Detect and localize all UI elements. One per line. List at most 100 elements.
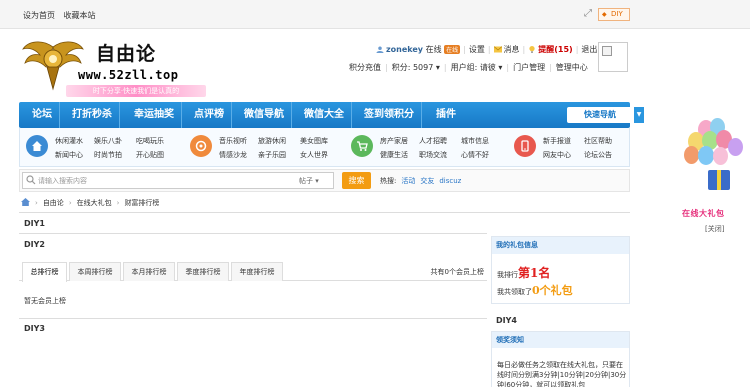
subnav-link[interactable]: 休闲灌水 — [55, 136, 83, 146]
subnav-link[interactable]: 音乐视听 — [219, 136, 247, 146]
subnav-link[interactable]: 论坛公告 — [584, 150, 612, 160]
diy-divider — [19, 318, 487, 319]
search-input[interactable]: 请输入搜索内容 帖子 ▾ — [22, 172, 334, 189]
gift-close-link[interactable]: [关闭] — [705, 224, 724, 234]
subnav-link[interactable]: 房产家居 — [380, 136, 408, 146]
nav-item-review-rank[interactable]: 点评榜 — [187, 102, 232, 128]
search-button[interactable]: 搜索 — [342, 172, 371, 189]
user-bar-secondary: 积分充值 | 积分: 5097 ▾ | 用户组: 请彼 ▾ | 门户管理 | 管理中心 — [349, 63, 588, 72]
search-bar: 请输入搜索内容 帖子 ▾ 搜索 热搜: 活动 交友 discuz — [19, 169, 630, 192]
diy4-title: DIY4 — [496, 316, 517, 325]
nav-item-wechat-nav[interactable]: 微信导航 — [237, 102, 292, 128]
diy-divider — [19, 212, 630, 213]
avatar[interactable] — [598, 42, 628, 72]
diy-button[interactable]: DIY — [598, 8, 630, 21]
site-title: 自由论 — [96, 43, 157, 65]
hot-search-link[interactable]: 交友 — [420, 177, 434, 185]
usergroup-dropdown-icon[interactable]: ▾ — [498, 63, 502, 72]
breadcrumb-item: 财富排行榜 — [124, 199, 160, 207]
hot-search: 热搜: 活动 交友 discuz — [380, 176, 461, 186]
nav-item-checkin[interactable]: 签到领积分 — [357, 102, 422, 128]
subnav-link[interactable]: 时尚节拍 — [94, 150, 122, 160]
points-dropdown-icon[interactable]: ▾ — [436, 63, 440, 72]
gift-balloon-float[interactable]: 在线大礼包 [关闭] — [680, 118, 750, 236]
hot-search-label: 热搜: — [380, 177, 397, 185]
phone-icon — [514, 135, 536, 157]
subnav-group-3: 房产家居 人才招聘 城市信息 健康生活 职场交流 心情不好 — [351, 134, 511, 162]
envelope-icon — [493, 46, 502, 53]
expand-icon[interactable]: ⤢ — [584, 8, 592, 19]
breadcrumb-item[interactable]: 自由论 — [43, 199, 64, 207]
nav-item-flash-sale[interactable]: 打折秒杀 — [65, 102, 120, 128]
subnav-link[interactable]: 亲子乐园 — [258, 150, 286, 160]
points-link[interactable]: 积分: 5097 — [392, 63, 434, 72]
set-home-link[interactable]: 设为首页 — [23, 11, 55, 20]
search-type-label: 帖子 — [299, 177, 313, 185]
nav-item-forum[interactable]: 论坛 — [25, 102, 60, 128]
tab-yearly[interactable]: 年度排行榜 — [231, 262, 283, 281]
balloon-icon — [698, 146, 714, 165]
reminders-link[interactable]: 提醒(15) — [538, 45, 572, 54]
tab-quarterly[interactable]: 季度排行榜 — [177, 262, 229, 281]
home-icon[interactable] — [21, 198, 30, 206]
admin-center-link[interactable]: 管理中心 — [556, 63, 588, 72]
breadcrumb: › 自由论 › 在线大礼包 › 财富排行榜 — [21, 198, 159, 208]
subnav-link[interactable]: 吃喝玩乐 — [136, 136, 164, 146]
subnav-link[interactable]: 新手报道 — [543, 136, 571, 146]
tab-weekly[interactable]: 本周排行榜 — [69, 262, 121, 281]
online-status: 在线 — [425, 45, 442, 54]
breadcrumb-item[interactable]: 在线大礼包 — [77, 199, 112, 207]
nav-item-lucky-draw[interactable]: 幸运抽奖 — [127, 102, 182, 128]
usergroup-link[interactable]: 用户组: 请彼 — [451, 63, 496, 72]
settings-link[interactable]: 设置 — [469, 45, 485, 54]
subnav-link[interactable]: 人才招聘 — [419, 136, 447, 146]
chevron-down-icon: ▼ — [634, 107, 644, 123]
subnav-link[interactable]: 职场交流 — [419, 150, 447, 160]
hot-search-link[interactable]: 活动 — [401, 177, 415, 185]
home-icon — [26, 135, 48, 157]
empty-message: 暂无会员上榜 — [24, 297, 66, 305]
music-icon — [190, 135, 212, 157]
subnav-link[interactable]: 心情不好 — [461, 150, 489, 160]
subnav-link[interactable]: 娱乐八卦 — [94, 136, 122, 146]
subnav-link[interactable]: 美女图库 — [300, 136, 328, 146]
portal-admin-link[interactable]: 门户管理 — [513, 63, 545, 72]
gift-count-prefix: 我共领取了 — [497, 288, 532, 296]
gift-box-icon — [708, 170, 730, 190]
subnav-link[interactable]: 健康生活 — [380, 150, 408, 160]
nav-item-wechat-all[interactable]: 微信大全 — [297, 102, 352, 128]
subnav-group-2: 音乐视听 旅游休闲 美女图库 情感沙龙 亲子乐园 女人世界 — [190, 134, 350, 162]
bookmark-link[interactable]: 收藏本站 — [64, 11, 96, 20]
subnav-link[interactable]: 新闻中心 — [55, 150, 83, 160]
diy3-title: DIY3 — [24, 324, 45, 333]
messages-link[interactable]: 消息 — [504, 45, 520, 54]
username-link[interactable]: zonekey — [386, 45, 423, 54]
notice-title: 领奖须知 — [492, 332, 629, 348]
rank-line: 我排行第1名 — [497, 264, 550, 281]
subnav-link[interactable]: 城市信息 — [461, 136, 489, 146]
subnav-link[interactable]: 情感沙龙 — [219, 150, 247, 160]
subnav-link[interactable]: 网友中心 — [543, 150, 571, 160]
subnav-link[interactable]: 旅游休闲 — [258, 136, 286, 146]
logout-link[interactable]: 退出 — [581, 45, 597, 54]
quick-nav-label: 快速导航 — [584, 110, 616, 119]
gift-info-title: 我的礼包信息 — [492, 237, 629, 254]
nav-item-plugins[interactable]: 插件 — [429, 102, 463, 128]
credits-link[interactable]: 积分充值 — [349, 63, 381, 72]
hot-search-link[interactable]: discuz — [439, 177, 461, 185]
subnav-link[interactable]: 女人世界 — [300, 150, 328, 160]
member-count: 共有0个会员上榜 — [430, 268, 484, 276]
balloon-icon — [728, 138, 743, 156]
search-icon — [26, 175, 36, 185]
bulb-icon — [529, 46, 535, 53]
quick-nav-button[interactable]: 快速导航 ▼ — [567, 107, 644, 123]
subnav-link[interactable]: 社区帮助 — [584, 136, 612, 146]
tab-total[interactable]: 总排行榜 — [22, 262, 67, 282]
status-badge[interactable]: 在线 — [444, 45, 461, 54]
diy1-title: DIY1 — [24, 219, 45, 228]
subnav-group-4: 新手报道 社区帮助 网友中心 论坛公告 — [514, 134, 629, 162]
search-type-select[interactable]: 帖子 ▾ — [299, 176, 319, 186]
subnav-link[interactable]: 开心贴图 — [136, 150, 164, 160]
site-logo[interactable]: 自由论 www.52zll.top 时下分享·快速我们是认真的 — [22, 35, 206, 97]
tab-monthly[interactable]: 本月排行榜 — [123, 262, 175, 281]
